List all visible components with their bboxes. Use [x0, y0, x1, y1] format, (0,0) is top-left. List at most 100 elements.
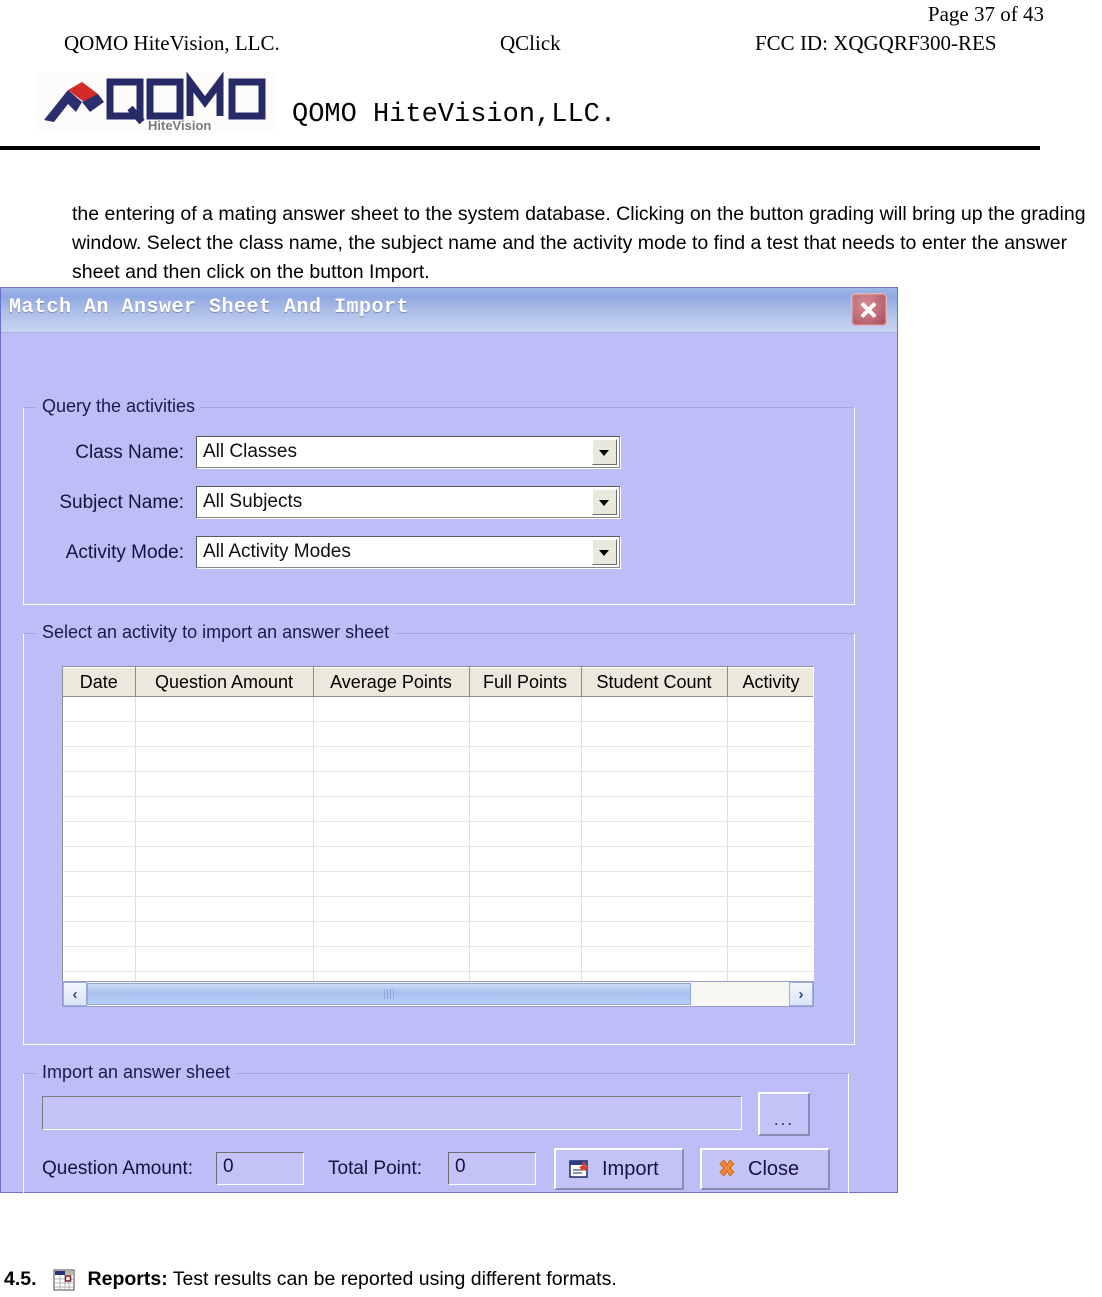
table-cell[interactable]	[469, 821, 582, 847]
table-row[interactable]	[63, 871, 813, 897]
table-cell[interactable]	[727, 896, 813, 922]
scrollbar-track[interactable]	[87, 982, 789, 1006]
table-cell[interactable]	[135, 746, 314, 772]
table-cell[interactable]	[135, 696, 314, 722]
table-cell[interactable]	[63, 846, 136, 872]
table-cell[interactable]	[313, 721, 470, 747]
table-cell[interactable]	[727, 721, 813, 747]
subject-name-combobox[interactable]: All Subjects	[196, 486, 620, 518]
table-cell[interactable]	[135, 771, 314, 797]
table-cell[interactable]	[63, 771, 136, 797]
table-cell[interactable]	[727, 696, 813, 722]
table-cell[interactable]	[313, 771, 470, 797]
table-cell[interactable]	[581, 896, 728, 922]
table-cell[interactable]	[135, 896, 314, 922]
table-cell[interactable]	[727, 871, 813, 897]
table-cell[interactable]	[469, 871, 582, 897]
table-cell[interactable]	[313, 696, 470, 722]
table-row[interactable]	[63, 921, 813, 947]
table-cell[interactable]	[581, 921, 728, 947]
table-cell[interactable]	[581, 871, 728, 897]
chevron-down-icon[interactable]	[592, 539, 617, 565]
table-cell[interactable]	[135, 946, 314, 972]
table-cell[interactable]	[63, 721, 136, 747]
close-button[interactable]: Close	[700, 1148, 830, 1190]
table-cell[interactable]	[727, 946, 813, 972]
activity-mode-combobox[interactable]: All Activity Modes	[196, 536, 620, 568]
table-cell[interactable]	[63, 696, 136, 722]
table-cell[interactable]	[135, 871, 314, 897]
close-icon[interactable]	[851, 293, 887, 326]
table-row[interactable]	[63, 746, 813, 772]
browse-button[interactable]: ...	[758, 1092, 810, 1136]
table-cell[interactable]	[581, 796, 728, 822]
table-cell[interactable]	[63, 796, 136, 822]
table-cell[interactable]	[469, 746, 582, 772]
table-row[interactable]	[63, 896, 813, 922]
table-cell[interactable]	[135, 721, 314, 747]
table-cell[interactable]	[63, 946, 136, 972]
column-header-average-points[interactable]: Average Points	[313, 667, 470, 697]
table-cell[interactable]	[135, 796, 314, 822]
table-cell[interactable]	[469, 771, 582, 797]
table-cell[interactable]	[581, 946, 728, 972]
table-cell[interactable]	[63, 896, 136, 922]
answer-sheet-path-input[interactable]	[42, 1096, 742, 1130]
table-cell[interactable]	[469, 896, 582, 922]
table-cell[interactable]	[135, 821, 314, 847]
table-cell[interactable]	[469, 846, 582, 872]
table-cell[interactable]	[727, 821, 813, 847]
class-name-combobox[interactable]: All Classes	[196, 436, 620, 468]
table-cell[interactable]	[313, 896, 470, 922]
scroll-left-arrow-icon[interactable]: ‹	[63, 982, 87, 1006]
activities-table-wrapper[interactable]: Date Question Amount Average Points Full…	[62, 666, 814, 1006]
table-cell[interactable]	[581, 746, 728, 772]
table-row[interactable]	[63, 796, 813, 822]
table-cell[interactable]	[313, 846, 470, 872]
table-row[interactable]	[63, 771, 813, 797]
question-amount-input[interactable]: 0	[216, 1152, 304, 1185]
table-row[interactable]	[63, 846, 813, 872]
table-row[interactable]	[63, 721, 813, 747]
table-cell[interactable]	[63, 746, 136, 772]
table-cell[interactable]	[727, 771, 813, 797]
table-cell[interactable]	[313, 946, 470, 972]
table-cell[interactable]	[313, 871, 470, 897]
chevron-down-icon[interactable]	[592, 439, 617, 465]
table-cell[interactable]	[581, 846, 728, 872]
table-cell[interactable]	[727, 846, 813, 872]
table-cell[interactable]	[469, 721, 582, 747]
table-row[interactable]	[63, 946, 813, 972]
table-cell[interactable]	[63, 871, 136, 897]
table-row[interactable]	[63, 696, 813, 722]
column-header-date[interactable]: Date	[63, 667, 136, 697]
table-cell[interactable]	[581, 721, 728, 747]
total-point-input[interactable]: 0	[448, 1152, 536, 1185]
table-cell[interactable]	[63, 821, 136, 847]
table-cell[interactable]	[727, 921, 813, 947]
import-button[interactable]: Import	[554, 1148, 684, 1190]
table-cell[interactable]	[313, 796, 470, 822]
horizontal-scrollbar[interactable]: ‹ ›	[62, 981, 814, 1007]
column-header-question-amount[interactable]: Question Amount	[135, 667, 314, 697]
table-cell[interactable]	[63, 921, 136, 947]
column-header-activity[interactable]: Activity	[727, 667, 813, 697]
table-row[interactable]	[63, 821, 813, 847]
chevron-down-icon[interactable]	[592, 489, 617, 515]
table-cell[interactable]	[581, 821, 728, 847]
scroll-right-arrow-icon[interactable]: ›	[789, 982, 813, 1006]
table-cell[interactable]	[469, 796, 582, 822]
table-cell[interactable]	[469, 946, 582, 972]
scrollbar-thumb[interactable]	[87, 983, 691, 1005]
table-cell[interactable]	[581, 771, 728, 797]
column-header-full-points[interactable]: Full Points	[469, 667, 582, 697]
table-cell[interactable]	[727, 796, 813, 822]
table-cell[interactable]	[469, 696, 582, 722]
table-cell[interactable]	[313, 921, 470, 947]
table-cell[interactable]	[727, 746, 813, 772]
table-cell[interactable]	[469, 921, 582, 947]
column-header-student-count[interactable]: Student Count	[581, 667, 728, 697]
table-cell[interactable]	[313, 746, 470, 772]
table-cell[interactable]	[581, 696, 728, 722]
table-cell[interactable]	[135, 921, 314, 947]
